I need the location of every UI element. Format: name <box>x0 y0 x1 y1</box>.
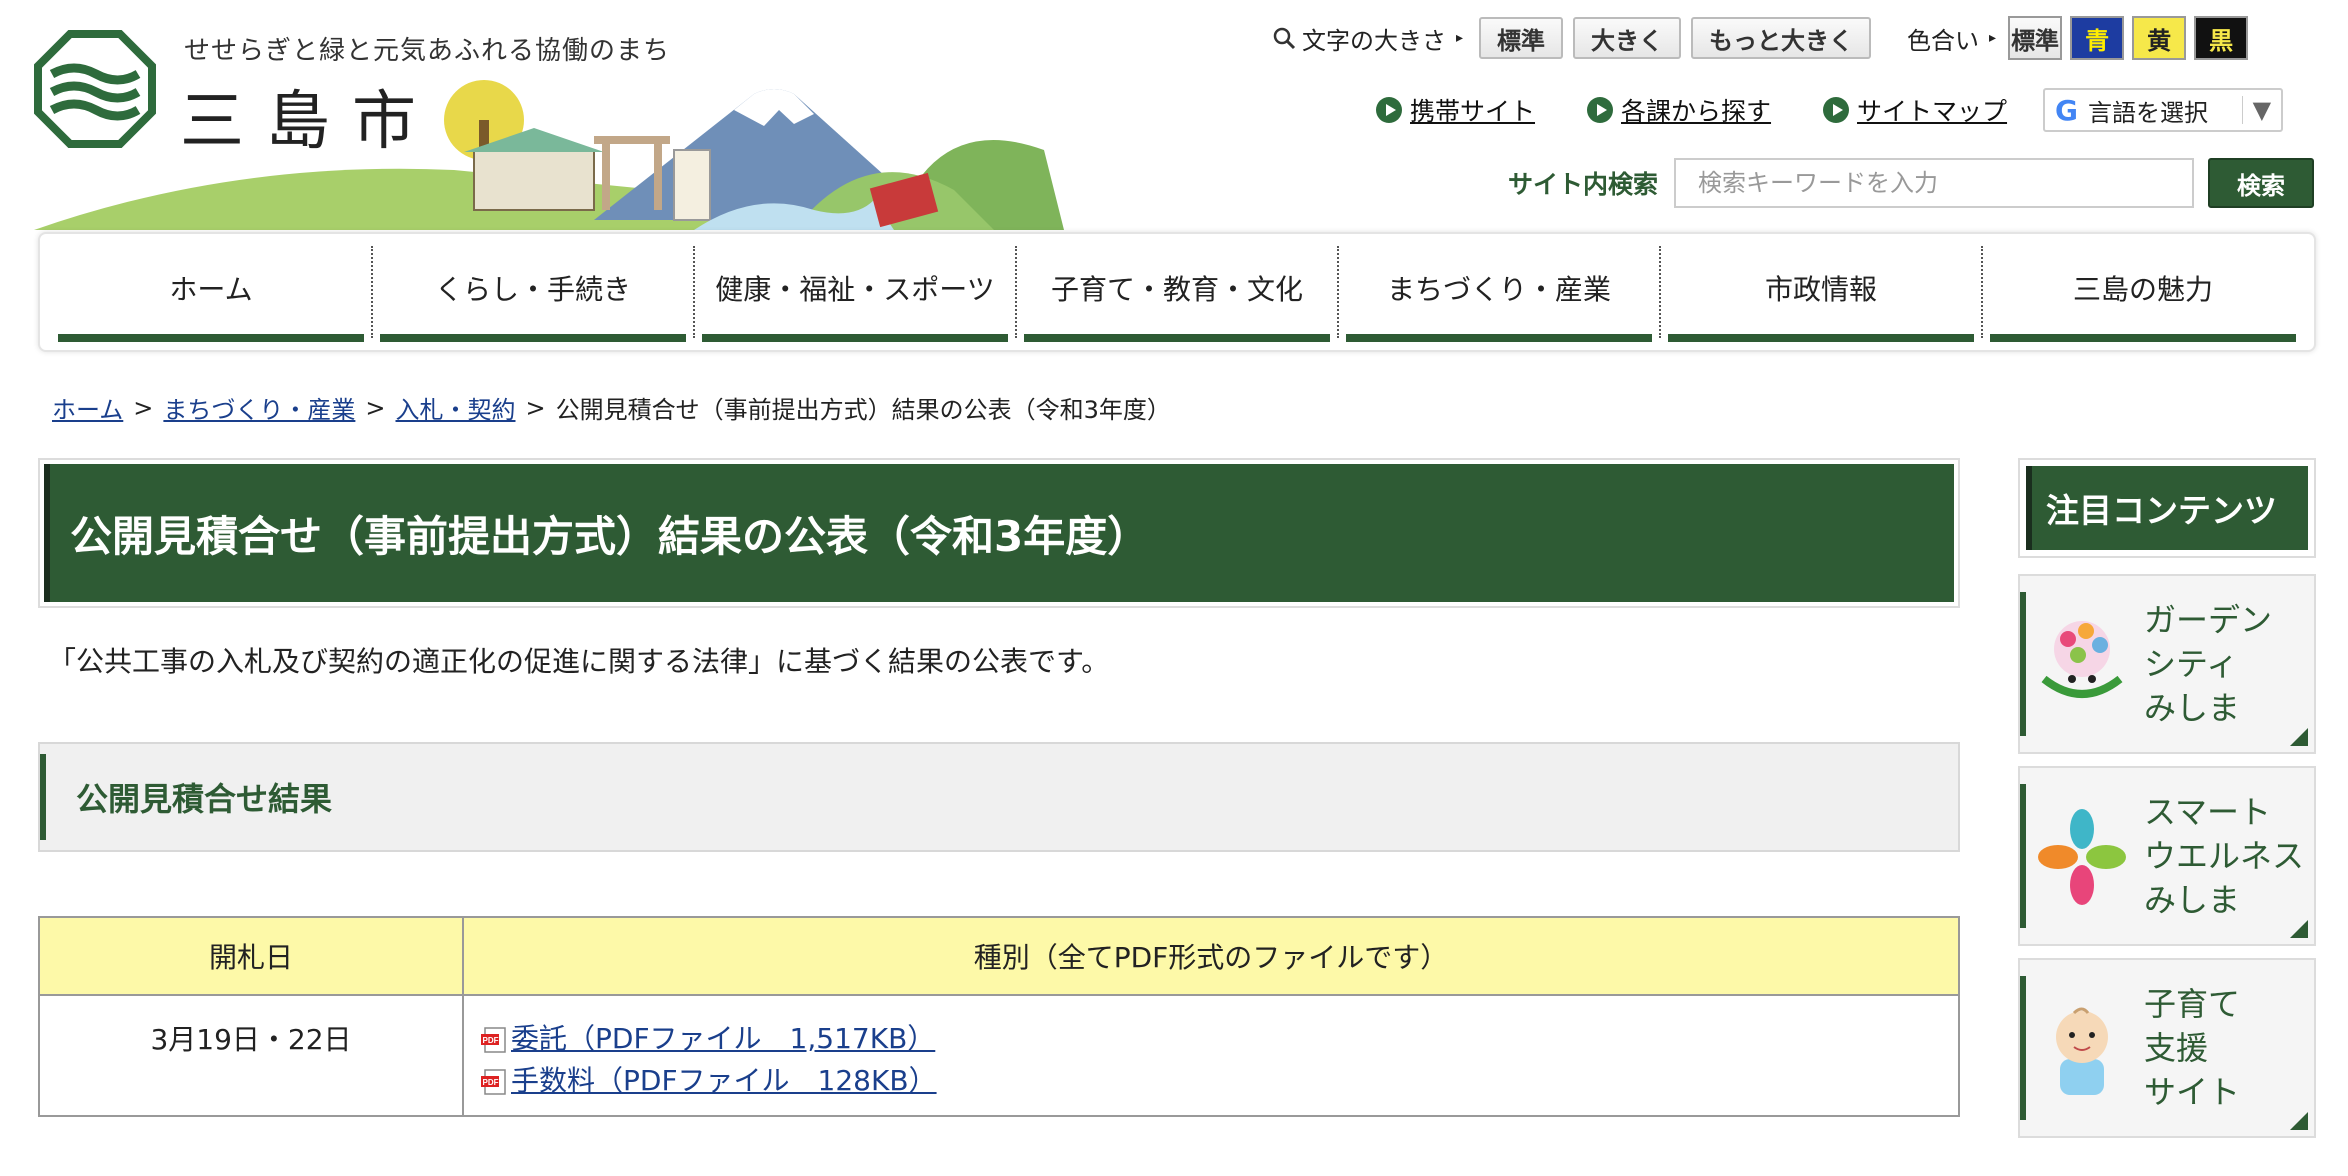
page-title-box: 公開見積合せ（事前提出方式）結果の公表（令和3年度） <box>38 458 1960 608</box>
table-cell-files: PDF 委託（PDFファイル 1,517KB） PDF 手数料（PDFファイル … <box>462 994 1960 1117</box>
table-row: 3月19日・22日 PDF 委託（PDFファイル 1,517KB） PDF 手数… <box>38 994 1960 1117</box>
arrow-circle-icon <box>1376 97 1402 123</box>
table-header-row: 開札日 種別（全てPDF形式のファイルです） <box>38 916 1960 996</box>
baby-icon <box>2056 1007 2108 1095</box>
font-size-larger-button[interactable]: もっと大きく <box>1691 17 1872 59</box>
feature-smart-wellness-text: スマート ウエルネス みしま <box>2144 790 2314 922</box>
font-size-standard-button[interactable]: 標準 <box>1479 17 1564 59</box>
pdf-link-commission-text[interactable]: 委託（PDFファイル 1,517KB） <box>511 1018 935 1060</box>
language-select[interactable]: G 言語を選択 ▼ <box>2043 88 2284 132</box>
feature-line: みしま <box>2144 881 2241 919</box>
color-standard-button[interactable]: 標準 <box>2008 16 2063 60</box>
feature-line: 子育て <box>2144 985 2241 1023</box>
nav-item-living[interactable]: くらし・手続き <box>371 242 686 342</box>
pdf-icon: PDF <box>481 1069 506 1095</box>
color-label: 色合い ▸ <box>1907 21 1996 56</box>
feature-line: みしま <box>2144 689 2241 727</box>
font-size-label-text: 文字の大きさ <box>1302 26 1446 55</box>
department-search-link-text[interactable]: 各課から探す <box>1621 92 1771 128</box>
triangle-right-icon: ▸ <box>1456 30 1464 46</box>
smart-wellness-icon <box>2038 809 2126 905</box>
sitemap-link[interactable]: サイトマップ <box>1823 92 2007 128</box>
font-size-label: 文字の大きさ ▸ <box>1272 21 1463 56</box>
header-scenery-illustration <box>34 80 1064 230</box>
results-table: 開札日 種別（全てPDF形式のファイルです） 3月19日・22日 PDF 委託（… <box>38 916 1960 1117</box>
svg-text:PDF: PDF <box>483 1036 499 1045</box>
sidebar-title: 注目コンテンツ <box>2026 466 2308 550</box>
search-label: サイト内検索 <box>1508 170 1659 199</box>
site-search: サイト内検索 検索 <box>1508 158 2315 208</box>
feature-line: ウエルネス <box>2144 837 2305 875</box>
nav-item-industry[interactable]: まちづくり・産業 <box>1337 242 1652 342</box>
page-title: 公開見積合せ（事前提出方式）結果の公表（令和3年度） <box>44 464 1954 602</box>
department-search-link[interactable]: 各課から探す <box>1587 92 1771 128</box>
section-heading: 公開見積合せ結果 <box>40 754 1958 840</box>
color-blue-button[interactable]: 青 <box>2070 16 2125 60</box>
arrow-circle-icon <box>1823 97 1850 123</box>
triangle-right-icon: ▸ <box>1989 30 1997 46</box>
sidebar-title-box: 注目コンテンツ <box>2018 458 2316 558</box>
feature-line: サイト <box>2144 1073 2241 1111</box>
feature-garden-city[interactable]: ガーデン シティ みしま <box>2018 574 2316 754</box>
search-input[interactable] <box>1674 158 2195 208</box>
pdf-icon: PDF <box>481 1027 506 1053</box>
magnifier-icon <box>1273 27 1296 50</box>
color-yellow-button[interactable]: 黄 <box>2132 16 2187 60</box>
color-black-button[interactable]: 黒 <box>2194 16 2249 60</box>
accessibility-controls: 文字の大きさ ▸ 標準 大きく もっと大きく 色合い ▸ 標準 青 黄 黒 <box>1272 16 2256 60</box>
nav-item-city-government[interactable]: 市政情報 <box>1659 242 1974 342</box>
breadcrumb-current: 公開見積合せ（事前提出方式）結果の公表（令和3年度） <box>555 396 1171 424</box>
google-icon: G <box>2055 93 2079 127</box>
lead-text: 「公共工事の入札及び契約の適正化の促進に関する法律」に基づく結果の公表です。 <box>48 645 1110 678</box>
chevron-down-icon: ▼ <box>2241 96 2271 124</box>
mobile-site-link[interactable]: 携帯サイト <box>1376 92 1535 128</box>
breadcrumb-bidding-link[interactable]: 入札・契約 <box>396 390 516 425</box>
language-select-label: 言語を選択 <box>2088 98 2209 127</box>
breadcrumb-separator: > <box>133 393 154 422</box>
table-cell-date: 3月19日・22日 <box>38 994 464 1117</box>
feature-childcare-support[interactable]: 子育て 支援 サイト <box>2018 958 2316 1138</box>
site-tagline: せせらぎと緑と元気あふれる協働のまち <box>184 36 671 66</box>
font-size-large-button[interactable]: 大きく <box>1573 17 1682 59</box>
breadcrumb-separator: > <box>525 393 546 422</box>
pdf-link-commission[interactable]: PDF 委託（PDFファイル 1,517KB） <box>465 1018 1957 1060</box>
garden-city-icon <box>2041 621 2123 698</box>
feature-childcare-support-text: 子育て 支援 サイト <box>2144 982 2314 1114</box>
nav-item-attractions[interactable]: 三島の魅力 <box>1981 242 2296 342</box>
global-nav: ホーム くらし・手続き 健康・福祉・スポーツ 子育て・教育・文化 まちづくり・産… <box>38 232 2316 352</box>
breadcrumb: ホーム > まちづくり・産業 > 入札・契約 > 公開見積合せ（事前提出方式）結… <box>52 390 1171 425</box>
sitemap-link-text[interactable]: サイトマップ <box>1857 92 2007 128</box>
section-heading-box: 公開見積合せ結果 <box>38 742 1960 852</box>
nav-item-childcare[interactable]: 子育て・教育・文化 <box>1015 242 1330 342</box>
pdf-link-fees[interactable]: PDF 手数料（PDFファイル 128KB） <box>465 1060 1957 1102</box>
pdf-link-fees-text[interactable]: 手数料（PDFファイル 128KB） <box>511 1060 937 1102</box>
feature-line: 支援 <box>2144 1029 2209 1067</box>
feature-line: シティ <box>2144 645 2239 683</box>
feature-line: ガーデン <box>2144 601 2273 639</box>
svg-text:PDF: PDF <box>483 1078 499 1087</box>
color-label-text: 色合い <box>1907 26 1980 55</box>
breadcrumb-industry-link[interactable]: まちづくり・産業 <box>163 390 355 425</box>
table-header-type: 種別（全てPDF形式のファイルです） <box>462 916 1960 996</box>
nav-item-health[interactable]: 健康・福祉・スポーツ <box>693 242 1008 342</box>
corner-arrow-icon <box>2290 728 2308 746</box>
mobile-site-link-text[interactable]: 携帯サイト <box>1410 92 1535 128</box>
search-button[interactable]: 検索 <box>2208 158 2315 208</box>
table-header-date: 開札日 <box>38 916 464 996</box>
arrow-circle-icon <box>1587 97 1614 123</box>
page: せせらぎと緑と元気あふれる協働のまち 三島市 文字の大きさ ▸ 標準 大きく も <box>0 0 2348 1176</box>
corner-arrow-icon <box>2290 1112 2308 1130</box>
feature-garden-city-text: ガーデン シティ みしま <box>2144 598 2314 730</box>
header-links: 携帯サイト 各課から探す サイトマップ G 言語を選択 ▼ <box>1376 88 2284 132</box>
corner-arrow-icon <box>2290 920 2308 938</box>
nav-item-home[interactable]: ホーム <box>58 242 364 342</box>
feature-line: スマート <box>2144 793 2272 831</box>
breadcrumb-separator: > <box>365 393 386 422</box>
feature-smart-wellness[interactable]: スマート ウエルネス みしま <box>2018 766 2316 946</box>
breadcrumb-home-link[interactable]: ホーム <box>52 390 123 425</box>
